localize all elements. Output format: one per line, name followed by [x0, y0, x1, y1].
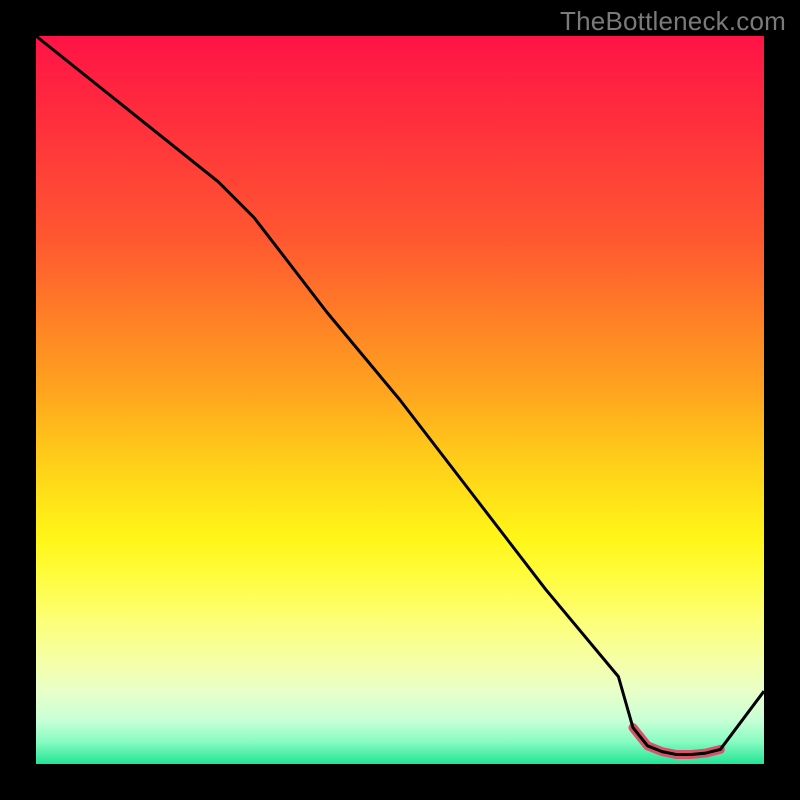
chart-overlay — [36, 36, 764, 764]
chart-container: TheBottleneck.com — [0, 0, 800, 800]
watermark-text: TheBottleneck.com — [560, 6, 786, 37]
chart-data-line — [36, 36, 764, 755]
chart-flat-highlight — [633, 728, 720, 755]
